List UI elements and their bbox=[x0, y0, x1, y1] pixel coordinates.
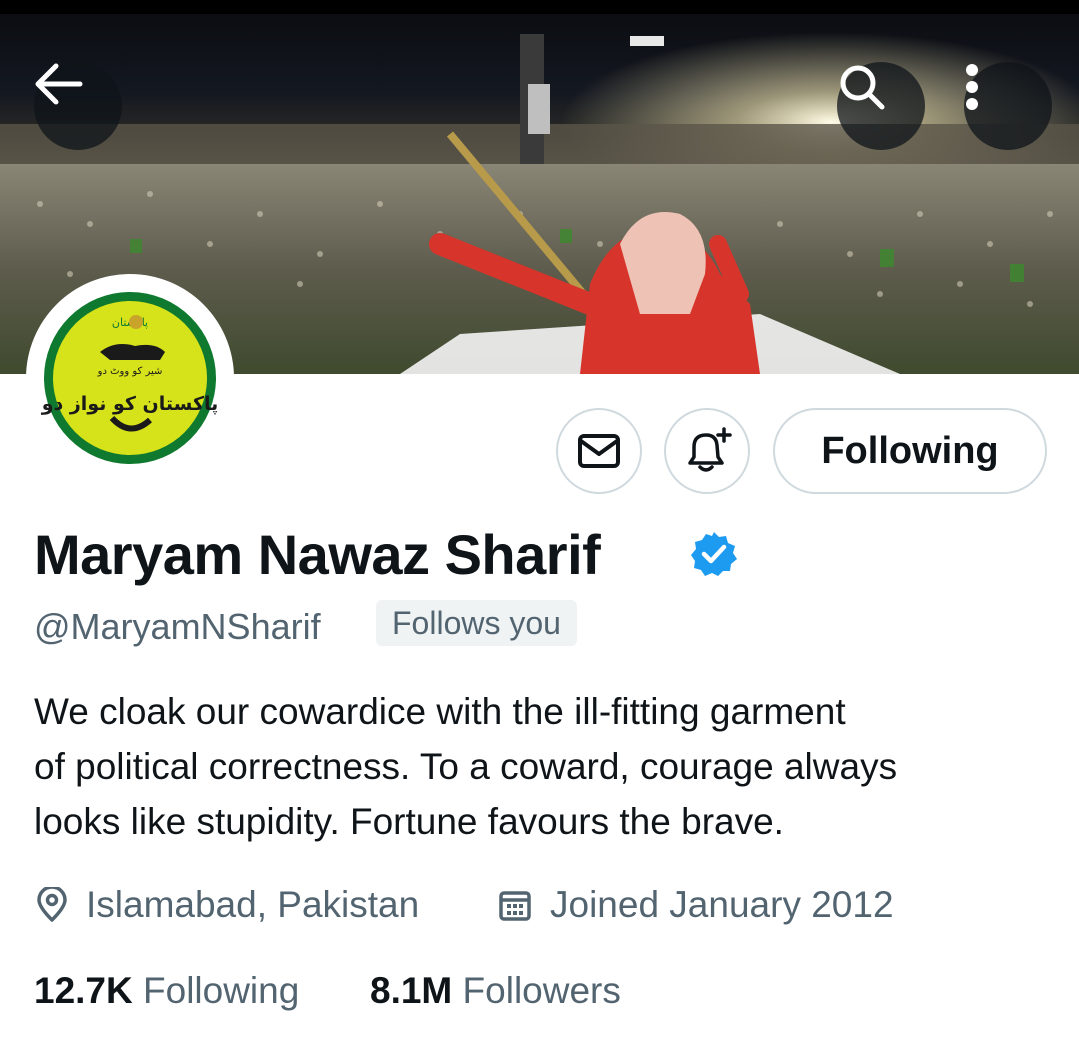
back-button[interactable] bbox=[34, 62, 122, 150]
profile-bio: We cloak our cowardice with the ill-fitt… bbox=[34, 684, 1044, 849]
search-button[interactable] bbox=[837, 62, 925, 150]
bio-line: looks like stupidity. Fortune favours th… bbox=[34, 801, 784, 842]
follows-you-badge: Follows you bbox=[376, 600, 577, 646]
joined-text: Joined January 2012 bbox=[550, 884, 894, 925]
arrow-left-icon bbox=[35, 63, 83, 105]
location-text: Islamabad, Pakistan bbox=[86, 884, 420, 925]
bell-plus-icon bbox=[688, 427, 732, 472]
profile-name: Maryam Nawaz Sharif bbox=[34, 523, 601, 586]
profile-location: Islamabad, Pakistan bbox=[36, 884, 419, 926]
avatar: پاکستان شیر کو ووٹ دو پاکستان کو نواز دو bbox=[32, 280, 228, 476]
followers-count-link[interactable]: 8.1M Followers bbox=[370, 970, 621, 1012]
status-bar bbox=[0, 0, 1079, 14]
tiger-icon bbox=[100, 344, 165, 360]
verified-badge-icon[interactable] bbox=[690, 530, 738, 578]
notifications-button[interactable] bbox=[664, 408, 750, 494]
more-vertical-icon bbox=[966, 64, 978, 110]
calendar-icon bbox=[499, 891, 531, 921]
message-button[interactable] bbox=[556, 408, 642, 494]
mail-icon bbox=[578, 434, 620, 468]
logo-text-mid: شیر کو ووٹ دو bbox=[97, 366, 163, 377]
search-icon bbox=[840, 65, 885, 110]
profile-handle: @MaryamNSharif bbox=[34, 606, 321, 647]
logo-text-main: پاکستان کو نواز دو bbox=[41, 393, 219, 415]
bio-line: We cloak our cowardice with the ill-fitt… bbox=[34, 691, 846, 732]
followers-label: Followers bbox=[462, 970, 621, 1011]
following-label: Following bbox=[143, 970, 300, 1011]
bio-line: of political correctness. To a coward, c… bbox=[34, 746, 898, 787]
following-count: 12.7K bbox=[34, 970, 133, 1011]
following-count-link[interactable]: 12.7K Following bbox=[34, 970, 299, 1012]
more-options-button[interactable] bbox=[964, 62, 1052, 150]
following-button[interactable]: Following bbox=[773, 408, 1047, 494]
party-logo-image: پاکستان شیر کو ووٹ دو پاکستان کو نواز دو bbox=[41, 292, 219, 464]
location-pin-icon bbox=[37, 887, 67, 922]
profile-avatar-frame[interactable]: پاکستان شیر کو ووٹ دو پاکستان کو نواز دو bbox=[26, 274, 234, 482]
followers-count: 8.1M bbox=[370, 970, 453, 1011]
profile-joined: Joined January 2012 bbox=[498, 884, 894, 926]
